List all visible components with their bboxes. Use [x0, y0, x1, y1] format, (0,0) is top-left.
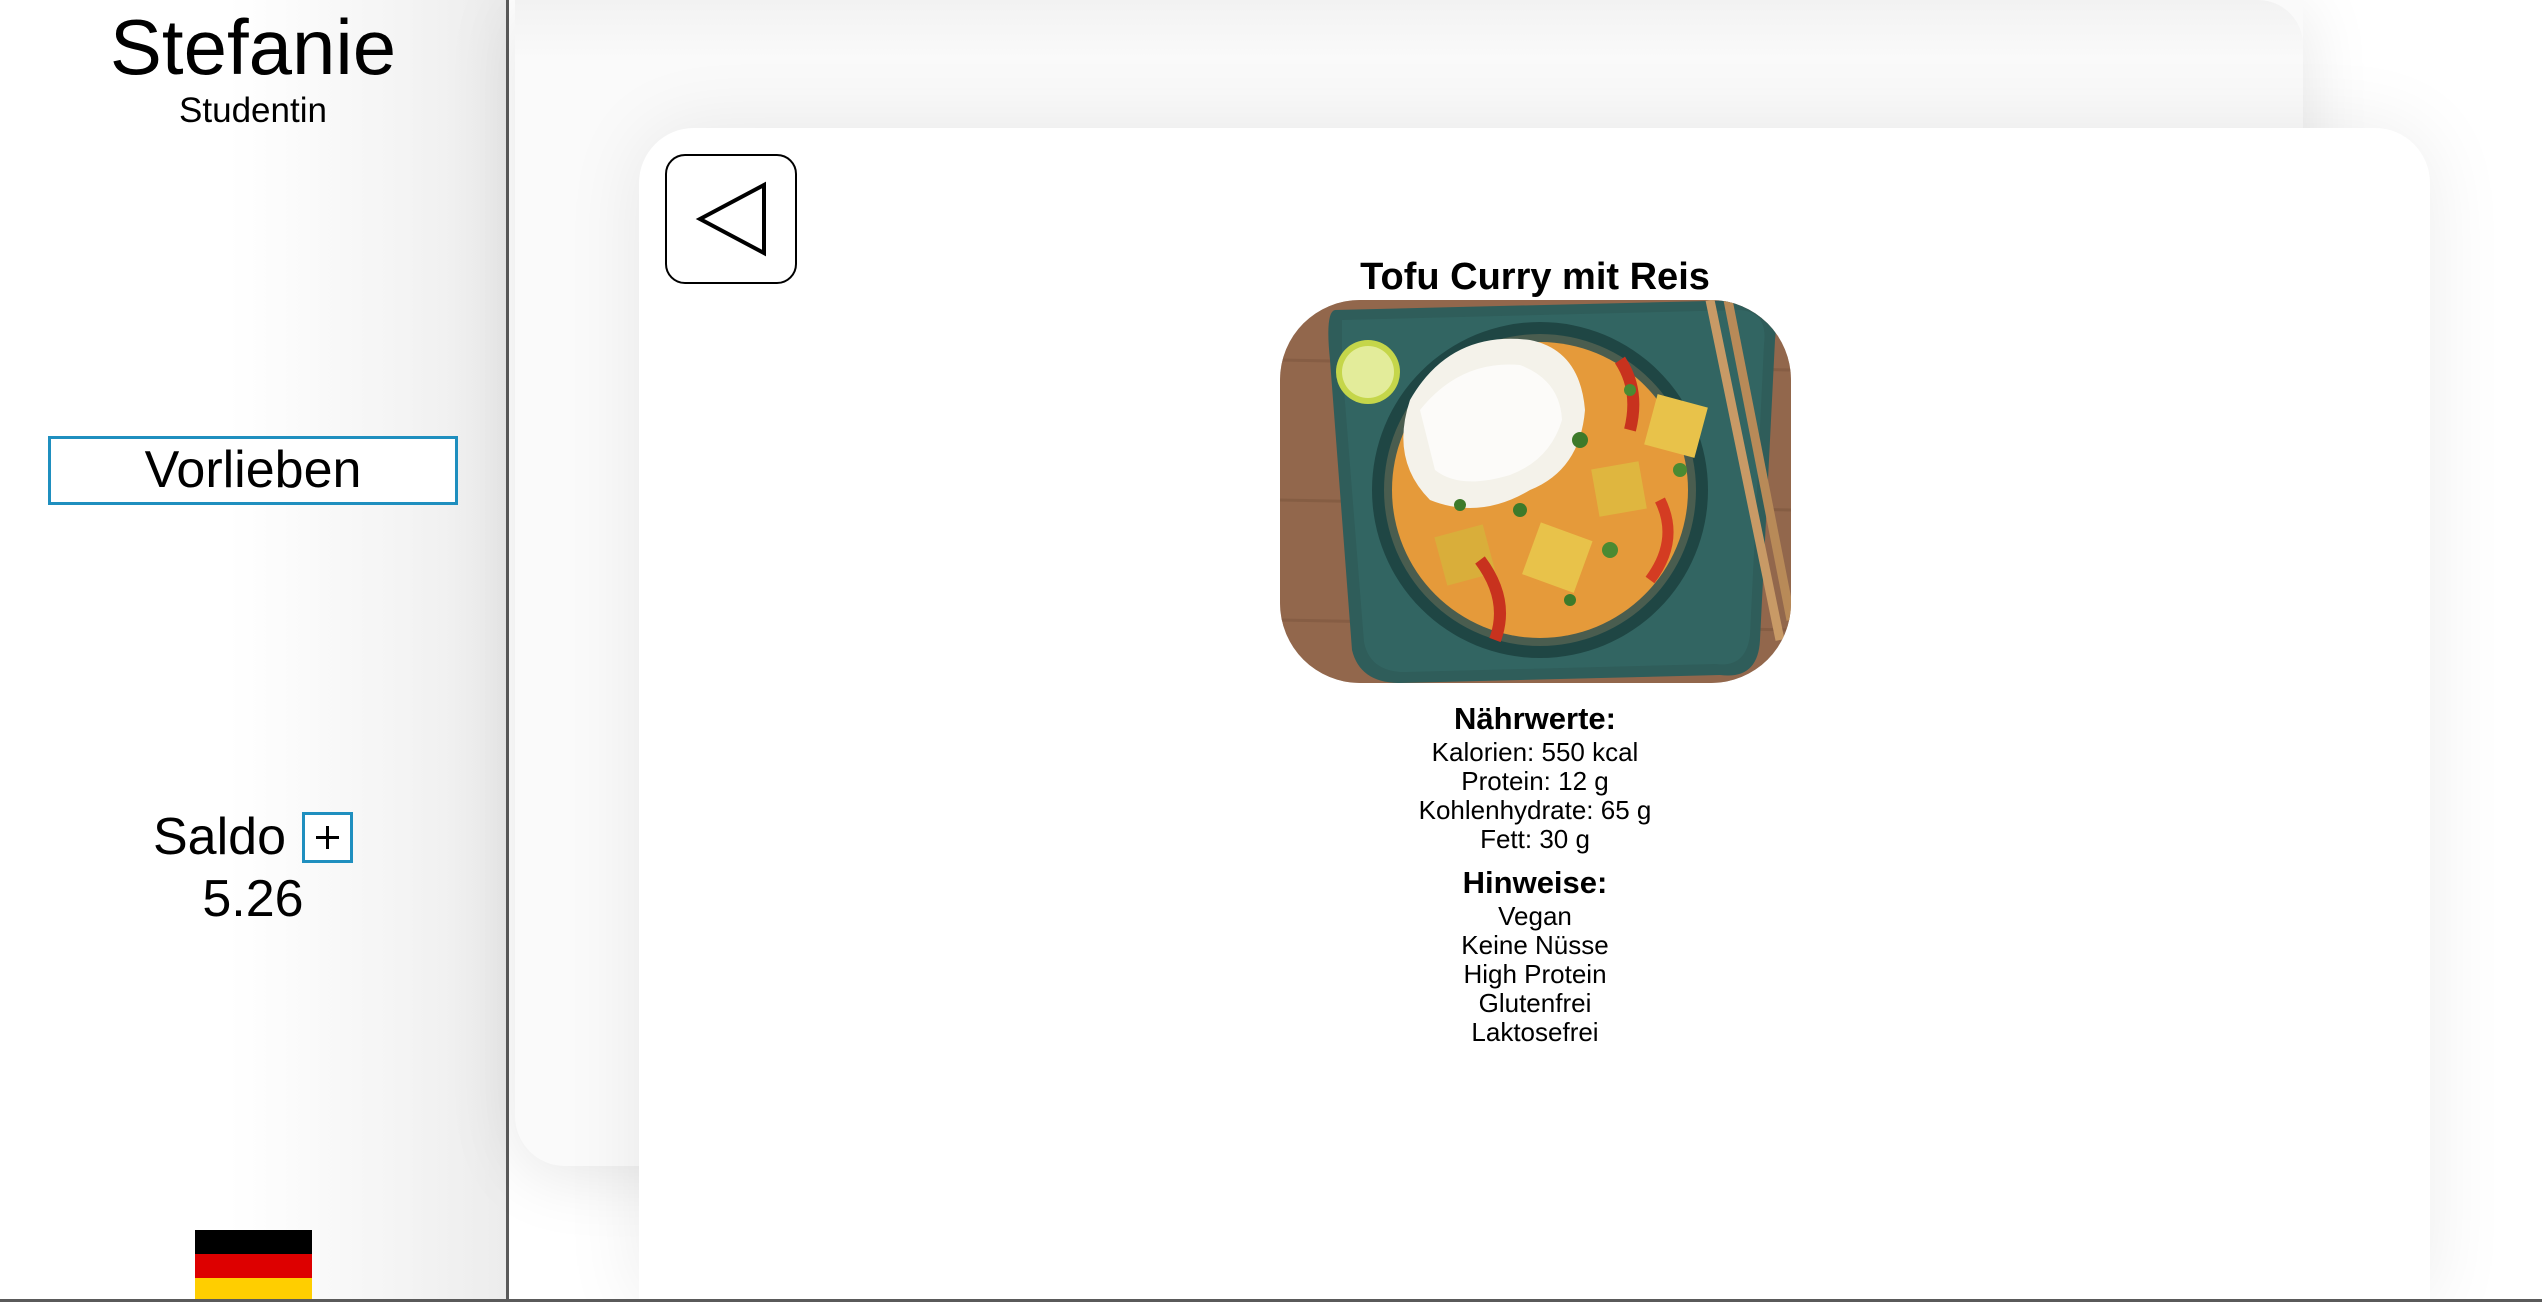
- flag-stripe-black: [195, 1230, 312, 1254]
- note-item: Vegan: [1498, 901, 1572, 931]
- nutrition-protein: Protein: 12 g: [1461, 766, 1609, 796]
- note-item: Glutenfrei: [1478, 988, 1592, 1018]
- notes-section: Hinweise: Vegan Keine Nüsse High Protein…: [1235, 864, 1835, 1047]
- balance-row: Saldo: [0, 805, 506, 869]
- note-item: Laktosefrei: [1471, 1017, 1599, 1047]
- germany-flag-icon[interactable]: [195, 1230, 312, 1302]
- add-balance-button[interactable]: [302, 811, 353, 863]
- tofu-curry-photo: [1280, 300, 1791, 683]
- note-item: High Protein: [1463, 959, 1607, 989]
- background-card-top: [515, 0, 2303, 60]
- triangle-left-icon: [695, 181, 766, 257]
- preferences-button[interactable]: Vorlieben: [48, 436, 458, 505]
- nutrition-section: Nährwerte: Kalorien: 550 kcal Protein: 1…: [1235, 700, 1835, 854]
- user-name: Stefanie: [109, 3, 397, 91]
- plus-icon: [316, 825, 339, 849]
- flag-stripe-red: [195, 1254, 312, 1278]
- dish-photo: [1280, 300, 1791, 683]
- nutrition-fat: Fett: 30 g: [1480, 824, 1590, 854]
- user-role: Studentin: [179, 91, 327, 130]
- note-item: Keine Nüsse: [1461, 930, 1609, 960]
- nutrition-calories: Kalorien: 550 kcal: [1431, 737, 1639, 767]
- sidebar: Stefanie Studentin Vorlieben Saldo 5.26: [0, 0, 509, 1302]
- back-button[interactable]: [665, 154, 797, 284]
- nutrition-heading: Nährwerte:: [1454, 701, 1616, 736]
- notes-heading: Hinweise:: [1462, 865, 1608, 900]
- nutrition-carbs: Kohlenhydrate: 65 g: [1418, 795, 1652, 825]
- balance-label: Saldo: [153, 808, 286, 866]
- dish-title: Tofu Curry mit Reis: [1360, 256, 1710, 298]
- balance-value: 5.26: [202, 870, 304, 928]
